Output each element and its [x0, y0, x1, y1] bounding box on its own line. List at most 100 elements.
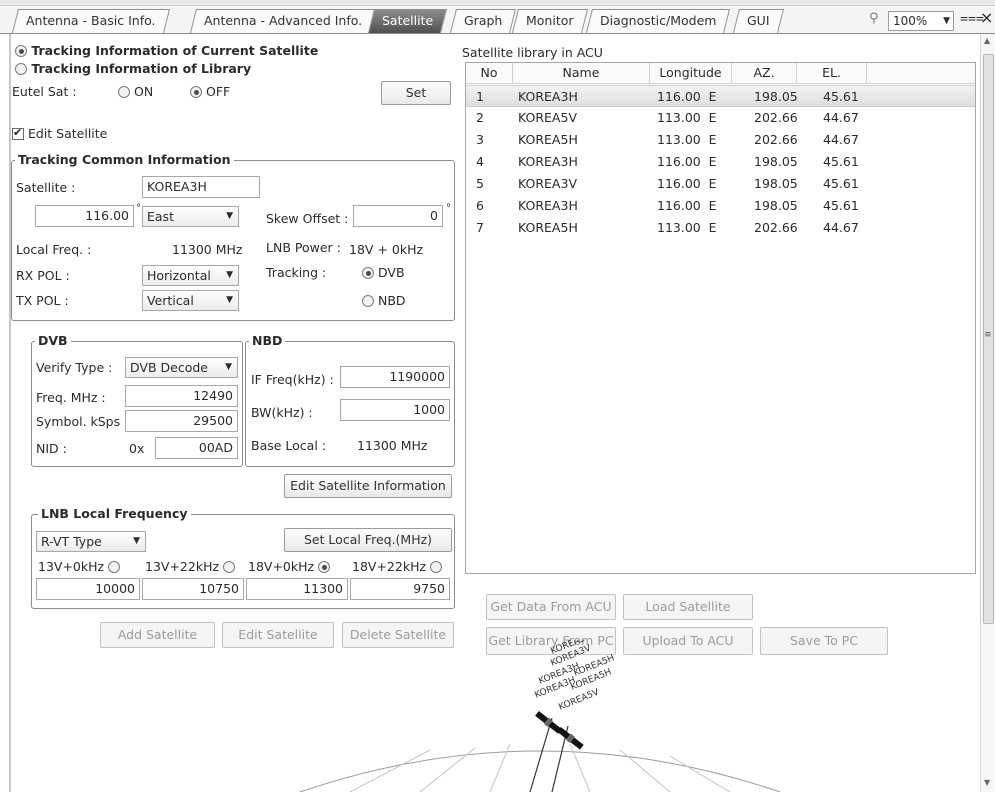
column-header[interactable]: EL.: [797, 63, 867, 84]
tracking-nbd-radio[interactable]: NBD: [362, 293, 406, 308]
table-cell-name: KOREA3H: [518, 89, 578, 104]
edit-satellite-information-button[interactable]: Edit Satellite Information: [284, 474, 452, 498]
table-cell-no: 3: [476, 132, 484, 147]
edit-satellite-label: Edit Satellite: [27, 126, 108, 141]
lnb-option-radio[interactable]: 18V+0kHz: [248, 559, 331, 574]
radio-icon: [15, 63, 27, 75]
sky-gridline: [419, 747, 476, 792]
lnb-freq-input[interactable]: 11300: [246, 578, 348, 600]
chevron-down-icon: ▼: [943, 16, 950, 26]
skew-offset-input[interactable]: 0: [353, 205, 443, 227]
close-icon[interactable]: ×: [980, 8, 993, 27]
zoom-select[interactable]: 100% ▼: [888, 11, 954, 31]
nid-prefix: 0x: [129, 441, 145, 456]
if-freq-input[interactable]: 1190000: [340, 366, 450, 388]
table-cell-no: 1: [476, 89, 484, 104]
symbol-input[interactable]: 29500: [125, 410, 238, 432]
tracking-current-radio[interactable]: Tracking Information of Current Satellit…: [15, 43, 318, 58]
direction-select[interactable]: East ▼: [142, 206, 239, 227]
eutel-off-radio[interactable]: OFF: [190, 84, 230, 99]
tracking-library-radio[interactable]: Tracking Information of Library: [15, 61, 251, 76]
lnb-freq-input[interactable]: 10000: [36, 578, 140, 600]
tab-antenna-basic[interactable]: Antenna - Basic Info.: [12, 9, 170, 33]
lnb-freq-input[interactable]: 10750: [142, 578, 244, 600]
tab-antenna-advanced[interactable]: Antenna - Advanced Info.: [190, 9, 377, 33]
tx-pol-value: Vertical: [147, 293, 194, 308]
bw-input[interactable]: 1000: [340, 399, 450, 421]
table-cell-az: 202.66: [754, 132, 798, 147]
lnb-option-label: 13V+22kHz: [145, 559, 220, 574]
lnb-option-radio[interactable]: 18V+22kHz: [352, 559, 443, 574]
tab-diagnostic-modem[interactable]: Diagnostic/Modem: [586, 9, 731, 33]
column-header[interactable]: Longitude: [650, 63, 732, 84]
table-cell-el: 45.61: [823, 154, 859, 169]
base-local-label: Base Local :: [251, 438, 326, 453]
sky-satellite-label: KOREA5V: [557, 687, 601, 712]
bw-label: BW(kHz) :: [251, 405, 313, 420]
satellite-library-table: No Name Longitude AZ. EL. 1 KOREA3H 116.00…: [465, 62, 976, 574]
verify-type-select[interactable]: DVB Decode ▼: [125, 357, 238, 378]
table-row[interactable]: 4 KOREA3H 116.00 E 198.05 45.61: [466, 151, 975, 173]
longitude-input[interactable]: 116.00: [35, 205, 134, 227]
scroll-up-icon[interactable]: ▲: [984, 36, 990, 45]
column-header[interactable]: Name: [513, 63, 650, 84]
load-satellite-button[interactable]: Load Satellite: [623, 594, 753, 620]
nid-label: NID :: [36, 441, 67, 456]
add-satellite-button[interactable]: Add Satellite: [100, 622, 215, 648]
table-row[interactable]: 3 KOREA5H 113.00 E 202.66 44.67: [466, 129, 975, 151]
vertical-scrollbar[interactable]: ▲ ≡ ▼: [980, 34, 995, 792]
pin-icon[interactable]: ⚲: [869, 11, 879, 26]
eutel-on-label: ON: [133, 84, 154, 99]
table-cell-no: 7: [476, 220, 484, 235]
table-cell-lon: 116.00 E: [657, 89, 717, 104]
edit-satellite-checkbox[interactable]: Edit Satellite: [12, 126, 107, 141]
lnb-type-value: R-VT Type: [41, 534, 102, 549]
tab-gui[interactable]: GUI: [733, 9, 784, 33]
table-row[interactable]: 5 KOREA3V 116.00 E 198.05 45.61: [466, 173, 975, 195]
tracking-dvb-radio[interactable]: DVB: [362, 265, 405, 280]
get-data-from-acu-button[interactable]: Get Data From ACU: [486, 594, 616, 620]
table-cell-lon: 116.00 E: [657, 176, 717, 191]
rx-pol-select[interactable]: Horizontal ▼: [142, 265, 239, 286]
set-local-freq-button[interactable]: Set Local Freq.(MHz): [284, 528, 452, 552]
grip-icon: ≡: [984, 330, 992, 340]
eutel-on-radio[interactable]: ON: [118, 84, 153, 99]
lnb-freq-input[interactable]: 9750: [350, 578, 450, 600]
tab-monitor[interactable]: Monitor: [512, 9, 588, 33]
scroll-down-icon[interactable]: ▼: [984, 778, 990, 787]
table-cell-no: 4: [476, 154, 484, 169]
table-cell-lon: 116.00 E: [657, 198, 717, 213]
table-cell-name: KOREA5H: [518, 132, 578, 147]
lnb-option-radio[interactable]: 13V+22kHz: [145, 559, 236, 574]
sky-labels: KOREA3H KOREA3V KOREA3H KOREA5H KOREA3H …: [533, 640, 616, 713]
tracking-current-label: Tracking Information of Current Satellit…: [31, 43, 319, 58]
table-cell-el: 44.67: [823, 220, 859, 235]
radio-icon: [223, 561, 236, 573]
tx-pol-select[interactable]: Vertical ▼: [142, 290, 239, 311]
tab-graph[interactable]: Graph: [450, 9, 517, 33]
table-cell-lon: 116.00 E: [657, 154, 717, 169]
column-header[interactable]: No: [466, 63, 513, 84]
rx-pol-label: RX POL :: [16, 268, 70, 283]
column-header[interactable]: AZ.: [732, 63, 797, 84]
table-row[interactable]: 2 KOREA5V 113.00 E 202.66 44.67: [466, 107, 975, 129]
chevron-down-icon: ▼: [226, 211, 233, 221]
table-cell-name: KOREA3H: [518, 154, 578, 169]
table-row[interactable]: 7 KOREA5H 113.00 E 202.66 44.67: [466, 217, 975, 239]
lnb-type-select[interactable]: R-VT Type ▼: [36, 531, 146, 552]
tab-satellite[interactable]: Satellite: [368, 9, 448, 33]
degree-symbol: °: [446, 203, 451, 214]
table-row[interactable]: 1 KOREA3H 116.00 E 198.05 45.61: [466, 85, 975, 107]
verify-type-label: Verify Type :: [36, 360, 113, 375]
lnb-option-radio[interactable]: 13V+0kHz: [38, 559, 121, 574]
skew-offset-label: Skew Offset :: [266, 211, 349, 226]
table-cell-az: 198.05: [754, 198, 798, 213]
table-row[interactable]: 6 KOREA3H 116.00 E 198.05 45.61: [466, 195, 975, 217]
satellite-name-input[interactable]: KOREA3H: [142, 176, 260, 198]
table-cell-lon: 113.00 E: [657, 220, 717, 235]
nid-input[interactable]: 00AD: [155, 437, 238, 459]
tx-pol-label: TX POL :: [16, 293, 69, 308]
set-button[interactable]: Set: [381, 81, 451, 105]
freq-input[interactable]: 12490: [125, 385, 238, 407]
group-legend: Tracking Common Information: [15, 152, 234, 167]
